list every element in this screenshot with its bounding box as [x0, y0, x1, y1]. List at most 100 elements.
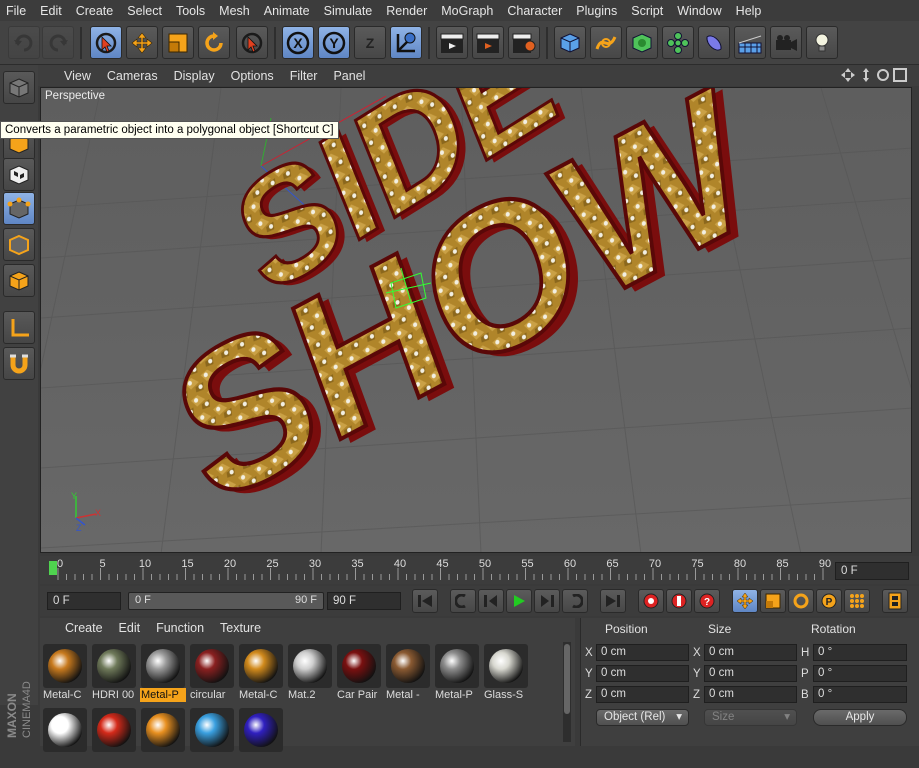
- material-swatch[interactable]: Mat.2: [287, 642, 333, 704]
- material-menu-texture[interactable]: Texture: [220, 621, 261, 635]
- undo-button[interactable]: [8, 26, 40, 59]
- menu-mesh[interactable]: Mesh: [219, 4, 250, 18]
- start-frame-field[interactable]: 0 F: [47, 592, 121, 610]
- rotation-h-field[interactable]: 0 °: [813, 644, 907, 661]
- add-cube-button[interactable]: [554, 26, 586, 59]
- viewport-menu-filter[interactable]: Filter: [290, 69, 318, 83]
- previous-key-button[interactable]: [450, 589, 476, 613]
- material-swatch[interactable]: HDRI 00: [91, 642, 137, 704]
- add-subdivision-button[interactable]: [626, 26, 658, 59]
- add-light-button[interactable]: [806, 26, 838, 59]
- z-axis-lock-button[interactable]: Z: [354, 26, 386, 59]
- add-floor-button[interactable]: [734, 26, 766, 59]
- menu-help[interactable]: Help: [736, 4, 762, 18]
- material-swatch[interactable]: [140, 706, 186, 768]
- material-swatch[interactable]: Metal-C: [42, 642, 88, 704]
- rotation-b-field[interactable]: 0 °: [813, 686, 907, 703]
- play-button[interactable]: [506, 589, 532, 613]
- material-swatch[interactable]: Car Pair: [336, 642, 382, 704]
- previous-frame-button[interactable]: [478, 589, 504, 613]
- x-axis-lock-button[interactable]: X: [282, 26, 314, 59]
- live-selection-button[interactable]: [90, 26, 122, 59]
- material-swatch[interactable]: [189, 706, 235, 768]
- snap-button[interactable]: [3, 347, 35, 380]
- material-scrollbar[interactable]: [563, 642, 571, 742]
- menu-edit[interactable]: Edit: [40, 4, 62, 18]
- edit-render-settings-button[interactable]: [508, 26, 540, 59]
- perspective-viewport[interactable]: SIDE SIDE SHOW SHOW Y X Z Perspective: [40, 87, 912, 553]
- material-swatch[interactable]: Metal-P: [140, 642, 186, 704]
- edges-mode-button[interactable]: [3, 228, 35, 261]
- viewport-menu-view[interactable]: View: [64, 69, 91, 83]
- timeline-playhead[interactable]: [49, 561, 57, 575]
- menu-simulate[interactable]: Simulate: [324, 4, 373, 18]
- move-button[interactable]: [126, 26, 158, 59]
- size-x-field[interactable]: 0 cm: [704, 644, 797, 661]
- menu-file[interactable]: File: [6, 4, 26, 18]
- menu-plugins[interactable]: Plugins: [576, 4, 617, 18]
- keyframe-selection-button[interactable]: ?: [694, 589, 720, 613]
- add-deformer-button[interactable]: [698, 26, 730, 59]
- menu-select[interactable]: Select: [127, 4, 162, 18]
- viewport-menu-display[interactable]: Display: [174, 69, 215, 83]
- render-picture-viewer-button[interactable]: [472, 26, 504, 59]
- go-to-start-button[interactable]: [412, 589, 438, 613]
- texture-mode-button[interactable]: [3, 158, 35, 191]
- viewport-nav-zoom-icon[interactable]: [859, 68, 873, 85]
- world-coordinates-button[interactable]: [390, 26, 422, 59]
- timeline-ruler[interactable]: 0 5 10 15 20 25 30 35 40 45 50 55 60 65 70 75 80 85 90 0 F: [40, 556, 919, 584]
- viewport-maximize-icon[interactable]: [893, 68, 907, 85]
- menu-character[interactable]: Character: [507, 4, 562, 18]
- material-menu-create[interactable]: Create: [65, 621, 103, 635]
- scale-button[interactable]: [162, 26, 194, 59]
- add-array-button[interactable]: [662, 26, 694, 59]
- menu-create[interactable]: Create: [76, 4, 114, 18]
- menu-tools[interactable]: Tools: [176, 4, 205, 18]
- position-x-field[interactable]: 0 cm: [596, 644, 689, 661]
- preview-range-slider[interactable]: 0 F 90 F: [128, 592, 324, 610]
- add-spline-button[interactable]: [590, 26, 622, 59]
- material-swatch[interactable]: Metal-C: [238, 642, 284, 704]
- last-tool-button[interactable]: [236, 26, 268, 59]
- viewport-nav-move-icon[interactable]: [841, 68, 855, 85]
- menu-script[interactable]: Script: [631, 4, 663, 18]
- material-swatch[interactable]: circular: [189, 642, 235, 704]
- position-y-field[interactable]: 0 cm: [596, 665, 689, 682]
- points-mode-button[interactable]: [3, 192, 35, 225]
- material-swatch[interactable]: Metal -: [385, 642, 431, 704]
- rotation-p-field[interactable]: 0 °: [813, 665, 907, 682]
- add-camera-button[interactable]: [770, 26, 802, 59]
- rotate-button[interactable]: [198, 26, 230, 59]
- menu-mograph[interactable]: MoGraph: [441, 4, 493, 18]
- make-editable-button[interactable]: [3, 71, 35, 104]
- go-to-end-button[interactable]: [600, 589, 626, 613]
- position-track-button[interactable]: [732, 589, 758, 613]
- end-frame-field[interactable]: 90 F: [327, 592, 401, 610]
- coordinate-mode-dropdown[interactable]: Object (Rel) ▾: [596, 709, 689, 726]
- point-level-animation-button[interactable]: [844, 589, 870, 613]
- rotation-track-button[interactable]: [788, 589, 814, 613]
- material-swatch[interactable]: [42, 706, 88, 768]
- current-frame-field[interactable]: 0 F: [835, 562, 909, 580]
- viewport-menu-options[interactable]: Options: [231, 69, 274, 83]
- menu-animate[interactable]: Animate: [264, 4, 310, 18]
- position-z-field[interactable]: 0 cm: [596, 686, 689, 703]
- material-swatch[interactable]: [91, 706, 137, 768]
- viewport-nav-rotate-icon[interactable]: [876, 68, 890, 85]
- size-y-field[interactable]: 0 cm: [704, 665, 797, 682]
- menu-window[interactable]: Window: [677, 4, 721, 18]
- redo-button[interactable]: [42, 26, 74, 59]
- timeline-window-button[interactable]: [882, 589, 908, 613]
- material-swatch[interactable]: [238, 706, 284, 768]
- parameter-track-button[interactable]: P: [816, 589, 842, 613]
- apply-button[interactable]: Apply: [813, 709, 907, 726]
- material-menu-function[interactable]: Function: [156, 621, 204, 635]
- y-axis-lock-button[interactable]: Y: [318, 26, 350, 59]
- material-swatch[interactable]: Metal-P: [434, 642, 480, 704]
- menu-render[interactable]: Render: [386, 4, 427, 18]
- autokeying-button[interactable]: [666, 589, 692, 613]
- record-keys-button[interactable]: [638, 589, 664, 613]
- next-frame-button[interactable]: [534, 589, 560, 613]
- enable-axis-button[interactable]: [3, 311, 35, 344]
- material-swatch[interactable]: Glass-S: [483, 642, 529, 704]
